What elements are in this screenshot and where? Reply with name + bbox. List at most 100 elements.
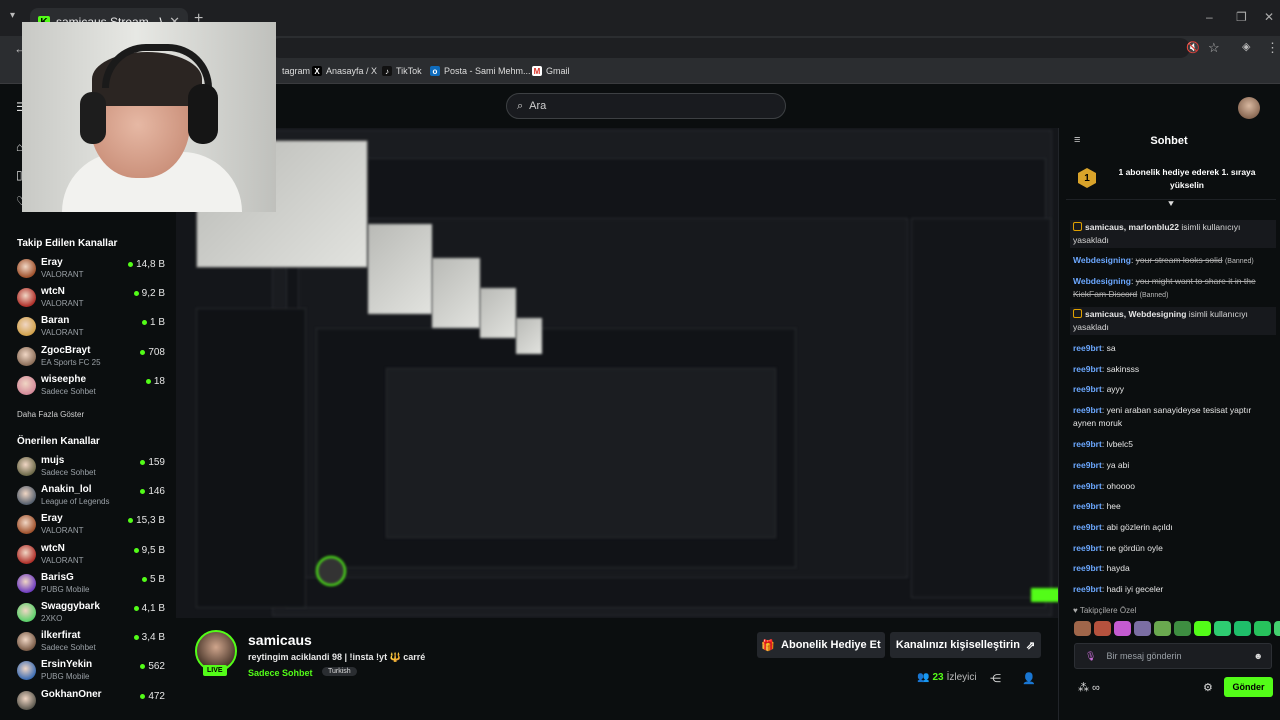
live-dot-icon: [140, 489, 146, 495]
url-field[interactable]: [270, 38, 1190, 58]
sidebar-channel-category: VALORANT: [41, 555, 84, 565]
emote-icon[interactable]: [1154, 621, 1171, 636]
minimize-icon[interactable]: –: [1206, 10, 1213, 24]
sidebar-channel-name: Baran: [41, 315, 70, 327]
chat-message: ree9brt: ne gördün oyle: [1073, 543, 1163, 553]
sidebar-channel-item[interactable]: Swaggybark 2XKO 4,1 B: [17, 601, 167, 629]
emoji-picker-icon[interactable]: ☻: [1254, 651, 1263, 661]
mute-tab-icon[interactable]: 🔇: [1186, 41, 1200, 54]
channel-name[interactable]: samicaus: [248, 632, 312, 648]
chat-username[interactable]: ree9brt: [1073, 501, 1102, 511]
chat-username[interactable]: samicaus, marlonblu22: [1085, 222, 1179, 232]
chat-username[interactable]: ree9brt: [1073, 563, 1102, 573]
kick-points-icon[interactable]: ⁂ ∞: [1078, 681, 1100, 694]
language-tag[interactable]: Turkish: [322, 667, 357, 676]
emote-icon[interactable]: [1114, 621, 1131, 636]
sidebar-channel-name: wtcN: [41, 542, 65, 554]
video-player[interactable]: [176, 128, 1058, 618]
chat-username[interactable]: ree9brt: [1073, 405, 1102, 415]
sidebar-channel-item[interactable]: BarisG PUBG Mobile 5 B: [17, 572, 167, 600]
chat-username[interactable]: Webdesigning: [1073, 255, 1131, 265]
headphone-right: [188, 84, 218, 144]
chat-username[interactable]: ree9brt: [1073, 584, 1102, 594]
emote-icon[interactable]: [1274, 621, 1280, 636]
emote-icon[interactable]: [1234, 621, 1251, 636]
sidebar-channel-item[interactable]: mujs Sadece Sohbet 159: [17, 455, 167, 483]
chat-username[interactable]: ree9brt: [1073, 522, 1102, 532]
emote-icon[interactable]: [1094, 621, 1111, 636]
headphone-left: [80, 92, 106, 144]
chat-settings-icon[interactable]: ⚙: [1203, 681, 1213, 694]
chat-text: your stream looks solid: [1135, 255, 1223, 265]
search-input[interactable]: ⌕ Ara: [506, 93, 786, 119]
bookmark-outlook[interactable]: o Posta - Sami Mehm...: [430, 66, 531, 76]
chat-username[interactable]: ree9brt: [1073, 439, 1102, 449]
chat-username[interactable]: ree9brt: [1073, 460, 1102, 470]
emote-icon[interactable]: [1254, 621, 1271, 636]
chat-text: ne gördün oyle: [1106, 543, 1163, 553]
extensions-icon[interactable]: ◈: [1242, 40, 1250, 53]
live-dot-icon: [141, 576, 147, 582]
browser-menu-icon[interactable]: ⋮: [1266, 40, 1279, 56]
customize-channel-button[interactable]: Kanalınızı kişiselleştirin ⇗: [890, 632, 1041, 658]
sidebar-channel-category: VALORANT: [41, 328, 84, 338]
sidebar-channel-item[interactable]: Eray VALORANT 15,3 B: [17, 513, 167, 541]
sidebar-channel-item[interactable]: wiseephe Sadece Sohbet 18: [17, 374, 167, 402]
emote-icon[interactable]: [1134, 621, 1151, 636]
chat-message: ree9brt: yeni araban sanayideyse tesisat…: [1073, 405, 1252, 428]
chat-username[interactable]: ree9brt: [1073, 364, 1102, 374]
sidebar-channel-name: ErsinYekin: [41, 659, 93, 671]
window-close-icon[interactable]: ✕: [1264, 10, 1274, 24]
follow-user-icon[interactable]: 👤: [1022, 672, 1036, 685]
gift-sub-button[interactable]: 🎁 Abonelik Hediye Et: [757, 632, 885, 658]
chat-text: hayda: [1106, 563, 1130, 573]
viewer-value: 5 B: [149, 573, 165, 585]
bookmark-gmail[interactable]: M Gmail: [532, 66, 570, 76]
share-icon[interactable]: ⋲: [990, 672, 1001, 685]
chat-username[interactable]: samicaus, Webdesigning: [1085, 309, 1186, 319]
live-dot-icon: [133, 635, 139, 641]
live-dot-icon: [128, 518, 134, 524]
bookmark-label: TikTok: [396, 66, 422, 76]
sidebar-channel-item[interactable]: Eray VALORANT 14,8 B: [17, 257, 167, 285]
chat-username[interactable]: ree9brt: [1073, 384, 1102, 394]
expand-pinned-icon[interactable]: ⯆: [1167, 199, 1175, 210]
live-dot-icon: [145, 378, 151, 384]
send-button[interactable]: Gönder: [1224, 677, 1273, 697]
emote-icon[interactable]: [1174, 621, 1191, 636]
emote-icon[interactable]: [1074, 621, 1091, 636]
sidebar-channel-item[interactable]: ZgocBrayt EA Sports FC 25 708: [17, 345, 167, 373]
sidebar-channel-item[interactable]: ilkerfirat Sadece Sohbet 3,4 B: [17, 630, 167, 658]
gift-leaderboard-banner[interactable]: 1 1 abonelik hediye ederek 1. sıraya yük…: [1066, 160, 1276, 200]
bookmark-x[interactable]: X Anasayfa / X: [312, 66, 377, 76]
chat-username[interactable]: ree9brt: [1073, 343, 1102, 353]
maximize-icon[interactable]: ❐: [1236, 10, 1247, 24]
bookmark-star-icon[interactable]: ☆: [1208, 40, 1220, 56]
user-avatar[interactable]: [1238, 97, 1260, 119]
sidebar-channel-item[interactable]: Anakin_lol League of Legends 146: [17, 484, 167, 512]
tab-list-icon[interactable]: ▾: [10, 10, 15, 21]
microphone-icon[interactable]: 🎙: [1085, 651, 1096, 662]
bookmark-tiktok[interactable]: ♪ TikTok: [382, 66, 422, 76]
sidebar-channel-item[interactable]: Baran VALORANT 1 B: [17, 315, 167, 343]
sidebar-channel-item[interactable]: wtcN VALORANT 9,5 B: [17, 543, 167, 571]
show-more-link[interactable]: Daha Fazla Göster: [17, 410, 84, 419]
live-badge: LIVE: [203, 665, 227, 676]
sidebar-channel-item[interactable]: wtcN VALORANT 9,2 B: [17, 286, 167, 314]
bookmark-label: Gmail: [546, 66, 570, 76]
chat-input[interactable]: 🎙 Bir mesaj gönderin ☻: [1074, 643, 1272, 669]
emote-icon[interactable]: [1214, 621, 1231, 636]
chat-username[interactable]: ree9brt: [1073, 481, 1102, 491]
chat-message: Webdesigning: you might want to share it…: [1073, 276, 1256, 299]
followed-channels-heading: Takip Edilen Kanallar: [17, 238, 118, 249]
sidebar-channel-item[interactable]: GokhanOner 472: [17, 689, 167, 717]
stream-category[interactable]: Sadece Sohbet: [248, 668, 313, 678]
bookmark-instagram[interactable]: tagram: [282, 66, 310, 76]
tiktok-icon: ♪: [382, 66, 392, 76]
recommended-channels-heading: Önerilen Kanallar: [17, 436, 100, 447]
chat-username[interactable]: Webdesigning: [1073, 276, 1131, 286]
emote-icon[interactable]: [1194, 621, 1211, 636]
chat-username[interactable]: ree9brt: [1073, 543, 1102, 553]
sidebar-channel-item[interactable]: ErsinYekin PUBG Mobile 562: [17, 659, 167, 687]
chat-text: ayyy: [1106, 384, 1125, 394]
